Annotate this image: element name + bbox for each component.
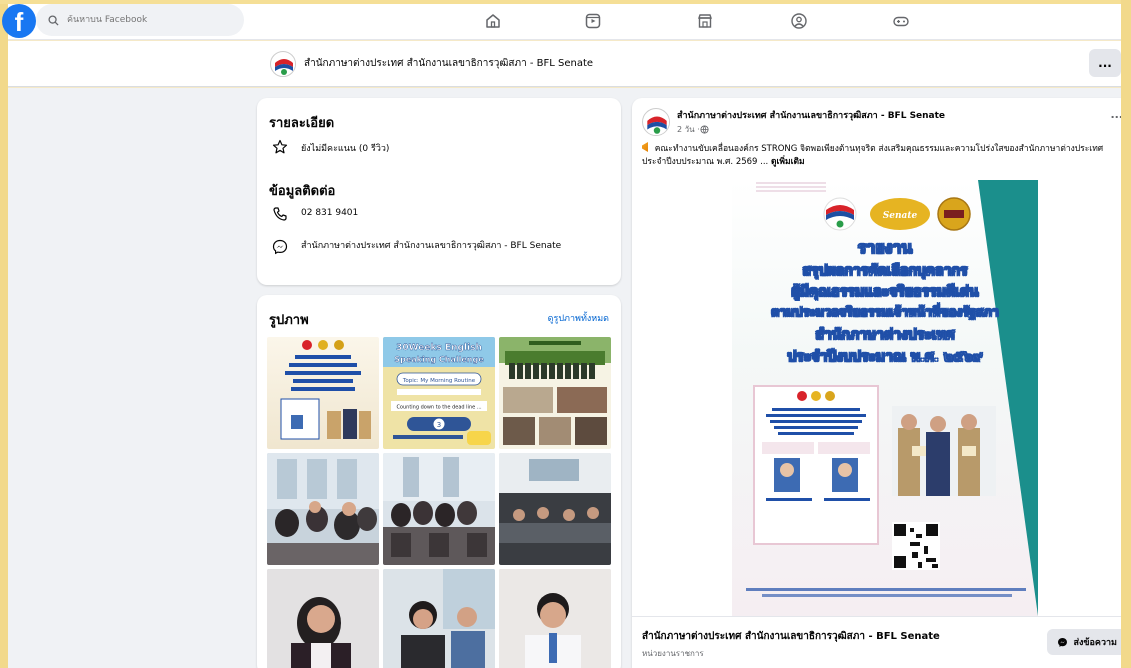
poster-lower-graphics xyxy=(746,385,1026,597)
details-title: รายละเอียด xyxy=(269,116,335,131)
challenge-title-2: Speaking Challenge xyxy=(394,355,484,364)
english-challenge-thumbnail[interactable]: 30Weeks English Speaking Challenge Topic… xyxy=(383,337,495,449)
gaming-icon[interactable] xyxy=(890,10,912,32)
see-all-photos-link[interactable]: ดูรูปภาพทั้งหมด xyxy=(548,311,609,325)
send-message-button[interactable]: ส่งข้อความ xyxy=(1047,629,1127,655)
decorative-frame-right xyxy=(1121,0,1131,668)
post-author-name[interactable]: สำนักภาษาต่างประเทศ สำนักงานเลขาธิการวุฒ… xyxy=(677,108,945,122)
details-card: รายละเอียด ยังไม่มีคะแนน (0 รีวิว) ข้อมู… xyxy=(257,98,621,285)
photo-thumbnail[interactable] xyxy=(499,453,611,565)
facebook-logo-icon[interactable]: f xyxy=(2,4,36,38)
poster-line-5: สำนักภาษาต่างประเทศ xyxy=(815,327,955,344)
rating-row: ยังไม่มีคะแนน (0 รีวิว) xyxy=(271,138,389,156)
page-avatar[interactable] xyxy=(270,51,296,77)
challenge-title-1: 30Weeks English xyxy=(396,343,482,353)
search-icon xyxy=(48,14,59,26)
post-image[interactable]: Senate รายงาน สรุปผลการคัดเลือกบุคลากร ผ… xyxy=(732,180,1038,616)
challenge-topic: Topic: My Morning Routine xyxy=(402,378,476,384)
phone-row: 02 831 9401 xyxy=(271,205,358,223)
post-body: คณะทำงานขับเคลื่อนองค์กร STRONG จิตพอเพี… xyxy=(642,144,1104,167)
messenger-row: สำนักภาษาต่างประเทศ สำนักงานเลขาธิการวุฒ… xyxy=(271,238,601,256)
marketplace-icon[interactable] xyxy=(694,10,716,32)
photo-thumbnail[interactable] xyxy=(383,569,495,668)
search-box[interactable] xyxy=(36,4,244,36)
photo-thumbnail[interactable] xyxy=(383,453,495,565)
svg-text:Senate: Senate xyxy=(883,211,918,221)
photo-thumbnail[interactable] xyxy=(267,453,379,565)
post-footer: สำนักภาษาต่างประเทศ สำนักงานเลขาธิการวุฒ… xyxy=(632,616,1131,668)
footer-page-name[interactable]: สำนักภาษาต่างประเทศ สำนักงานเลขาธิการวุฒ… xyxy=(642,629,940,644)
photos-title: รูปภาพ xyxy=(269,313,309,328)
phone-icon xyxy=(271,205,289,223)
challenge-number: 3 xyxy=(437,421,441,429)
page-more-button[interactable]: ... xyxy=(1089,49,1121,77)
search-input[interactable] xyxy=(67,15,217,25)
messenger-icon xyxy=(1058,637,1068,647)
poster-line-6: ประจำปีงบประมาณ พ.ศ. ๒๕๖๙ xyxy=(787,349,983,366)
post-author-avatar[interactable] xyxy=(642,108,670,136)
decorative-frame-left xyxy=(0,0,8,668)
photo-thumbnail[interactable] xyxy=(267,569,379,668)
megaphone-icon xyxy=(642,142,648,152)
rating-text: ยังไม่มีคะแนน (0 รีวิว) xyxy=(301,144,390,154)
photos-card: รูปภาพ ดูรูปภาพทั้งหมด 30Weeks English S… xyxy=(257,295,621,668)
photo-thumbnail[interactable] xyxy=(267,337,379,449)
globe-icon xyxy=(700,125,709,134)
send-message-label: ส่งข้อความ xyxy=(1073,638,1117,648)
post-time[interactable]: 2 วัน · xyxy=(677,123,700,136)
groups-icon[interactable] xyxy=(788,10,810,32)
star-icon xyxy=(271,138,289,156)
post-text: คณะทำงานขับเคลื่อนองค์กร STRONG จิตพอเพี… xyxy=(642,142,1126,169)
poster-line-3: ผู้มีคุณธรรมและจริยธรรมดีเด่น xyxy=(791,284,979,301)
top-navigation-bar: f xyxy=(2,4,1121,40)
poster-line-1: รายงาน xyxy=(857,238,913,258)
photo-thumbnail[interactable] xyxy=(499,337,611,449)
phone-number[interactable]: 02 831 9401 xyxy=(301,205,358,218)
page-header-bar: สำนักภาษาต่างประเทศ สำนักงานเลขาธิการวุฒ… xyxy=(8,41,1121,87)
video-icon[interactable] xyxy=(582,10,604,32)
footer-page-type: หน่วยงานราชการ xyxy=(642,649,704,658)
see-more-link[interactable]: ดูเพิ่มเติม xyxy=(771,157,805,167)
post-meta: 2 วัน · xyxy=(677,123,709,136)
poster-line-2: สรุปผลการคัดเลือกบุคลากร xyxy=(802,263,968,280)
post-card: สำนักภาษาต่างประเทศ สำนักงานเลขาธิการวุฒ… xyxy=(632,98,1131,668)
home-icon[interactable] xyxy=(482,10,504,32)
messenger-link[interactable]: สำนักภาษาต่างประเทศ สำนักงานเลขาธิการวุฒ… xyxy=(301,238,591,253)
photo-grid: 30Weeks English Speaking Challenge Topic… xyxy=(267,337,611,668)
page-title[interactable]: สำนักภาษาต่างประเทศ สำนักงานเลขาธิการวุฒ… xyxy=(304,56,593,71)
photo-thumbnail[interactable] xyxy=(499,569,611,668)
challenge-countdown: Counting down to the dead line ... xyxy=(396,405,482,411)
poster-line-4: ตามประมวลจริยธรรมเจ้าหน้าที่ของรัฐสภา xyxy=(771,304,999,320)
contact-title: ข้อมูลติดต่อ xyxy=(269,184,336,199)
messenger-icon xyxy=(271,238,289,256)
